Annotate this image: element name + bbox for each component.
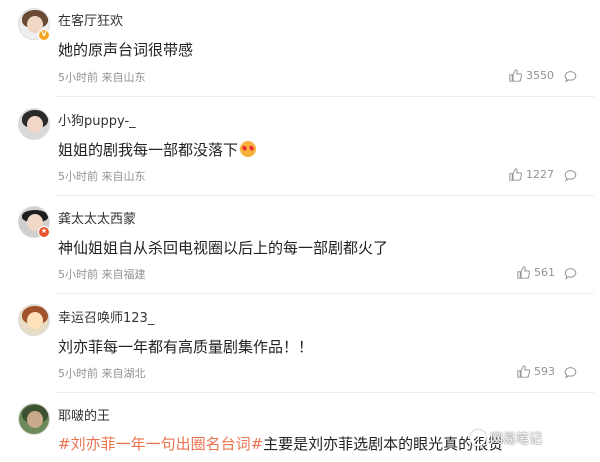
comment-text: 姐姐的剧我每一部都没落下 — [58, 139, 257, 160]
like-count: 561 — [534, 266, 555, 279]
comment-bubble-icon[interactable] — [564, 169, 577, 182]
verified-badge-icon: V — [38, 29, 50, 41]
like-button[interactable]: 593 — [517, 365, 555, 378]
divider — [56, 96, 594, 97]
thumbs-up-icon — [509, 168, 522, 181]
comment-text: 她的原声台词很带感 — [58, 41, 194, 59]
member-badge-icon: ★ — [38, 226, 50, 238]
comment-text: #刘亦菲一年一句出圈名台词#主要是刘亦菲选剧本的眼光真的很赞 — [58, 433, 503, 454]
comment-bubble-icon[interactable] — [564, 267, 577, 280]
watermark-logo-icon — [470, 429, 486, 446]
like-button[interactable]: 561 — [517, 266, 555, 279]
avatar[interactable] — [18, 108, 50, 140]
comment-text: 神仙姐姐自从杀回电视圈以后上的每一部剧都火了 — [58, 239, 389, 257]
divider — [56, 293, 594, 294]
like-button[interactable]: 3550 — [509, 69, 554, 82]
like-count: 1227 — [526, 168, 554, 181]
divider — [56, 195, 594, 196]
avatar[interactable] — [18, 403, 50, 435]
comment-text-body: 姐姐的剧我每一部都没落下 — [58, 141, 239, 159]
divider — [56, 392, 594, 393]
like-button[interactable]: 1227 — [509, 168, 554, 181]
like-count: 593 — [534, 365, 555, 378]
comment-meta: 5小时前 来自山东 — [58, 170, 146, 183]
comment-meta: 5小时前 来自山东 — [58, 71, 146, 84]
topic-link[interactable]: #刘亦菲一年一句出圈名台词# — [58, 435, 263, 453]
username[interactable]: 龚太太太西蒙 — [58, 208, 136, 227]
username[interactable]: 在客厅狂欢 — [58, 10, 123, 29]
username[interactable]: 耶啵的王 — [58, 405, 110, 424]
like-count: 3550 — [526, 69, 554, 82]
heart-eyes-emoji — [240, 141, 257, 157]
comment-text: 刘亦菲每一年都有高质量剧集作品！！ — [58, 338, 314, 356]
thumbs-up-icon — [517, 365, 530, 378]
comment-bubble-icon[interactable] — [564, 366, 577, 379]
comment-meta: 5小时前 来自福建 — [58, 268, 146, 281]
thumbs-up-icon — [509, 69, 522, 82]
comment-bubble-icon[interactable] — [564, 70, 577, 83]
comment-text-body: 主要是刘亦菲选剧本的眼光真的很赞 — [263, 435, 504, 453]
watermark: 网易笔记 — [470, 428, 542, 447]
username[interactable]: 幸运召唤师123_ — [58, 307, 154, 326]
watermark-label: 网易笔记 — [490, 432, 543, 447]
username[interactable]: 小狗puppy-_ — [58, 110, 136, 129]
comment-meta: 5小时前 来自湖北 — [58, 367, 146, 380]
avatar[interactable] — [18, 304, 50, 336]
thumbs-up-icon — [517, 266, 530, 279]
